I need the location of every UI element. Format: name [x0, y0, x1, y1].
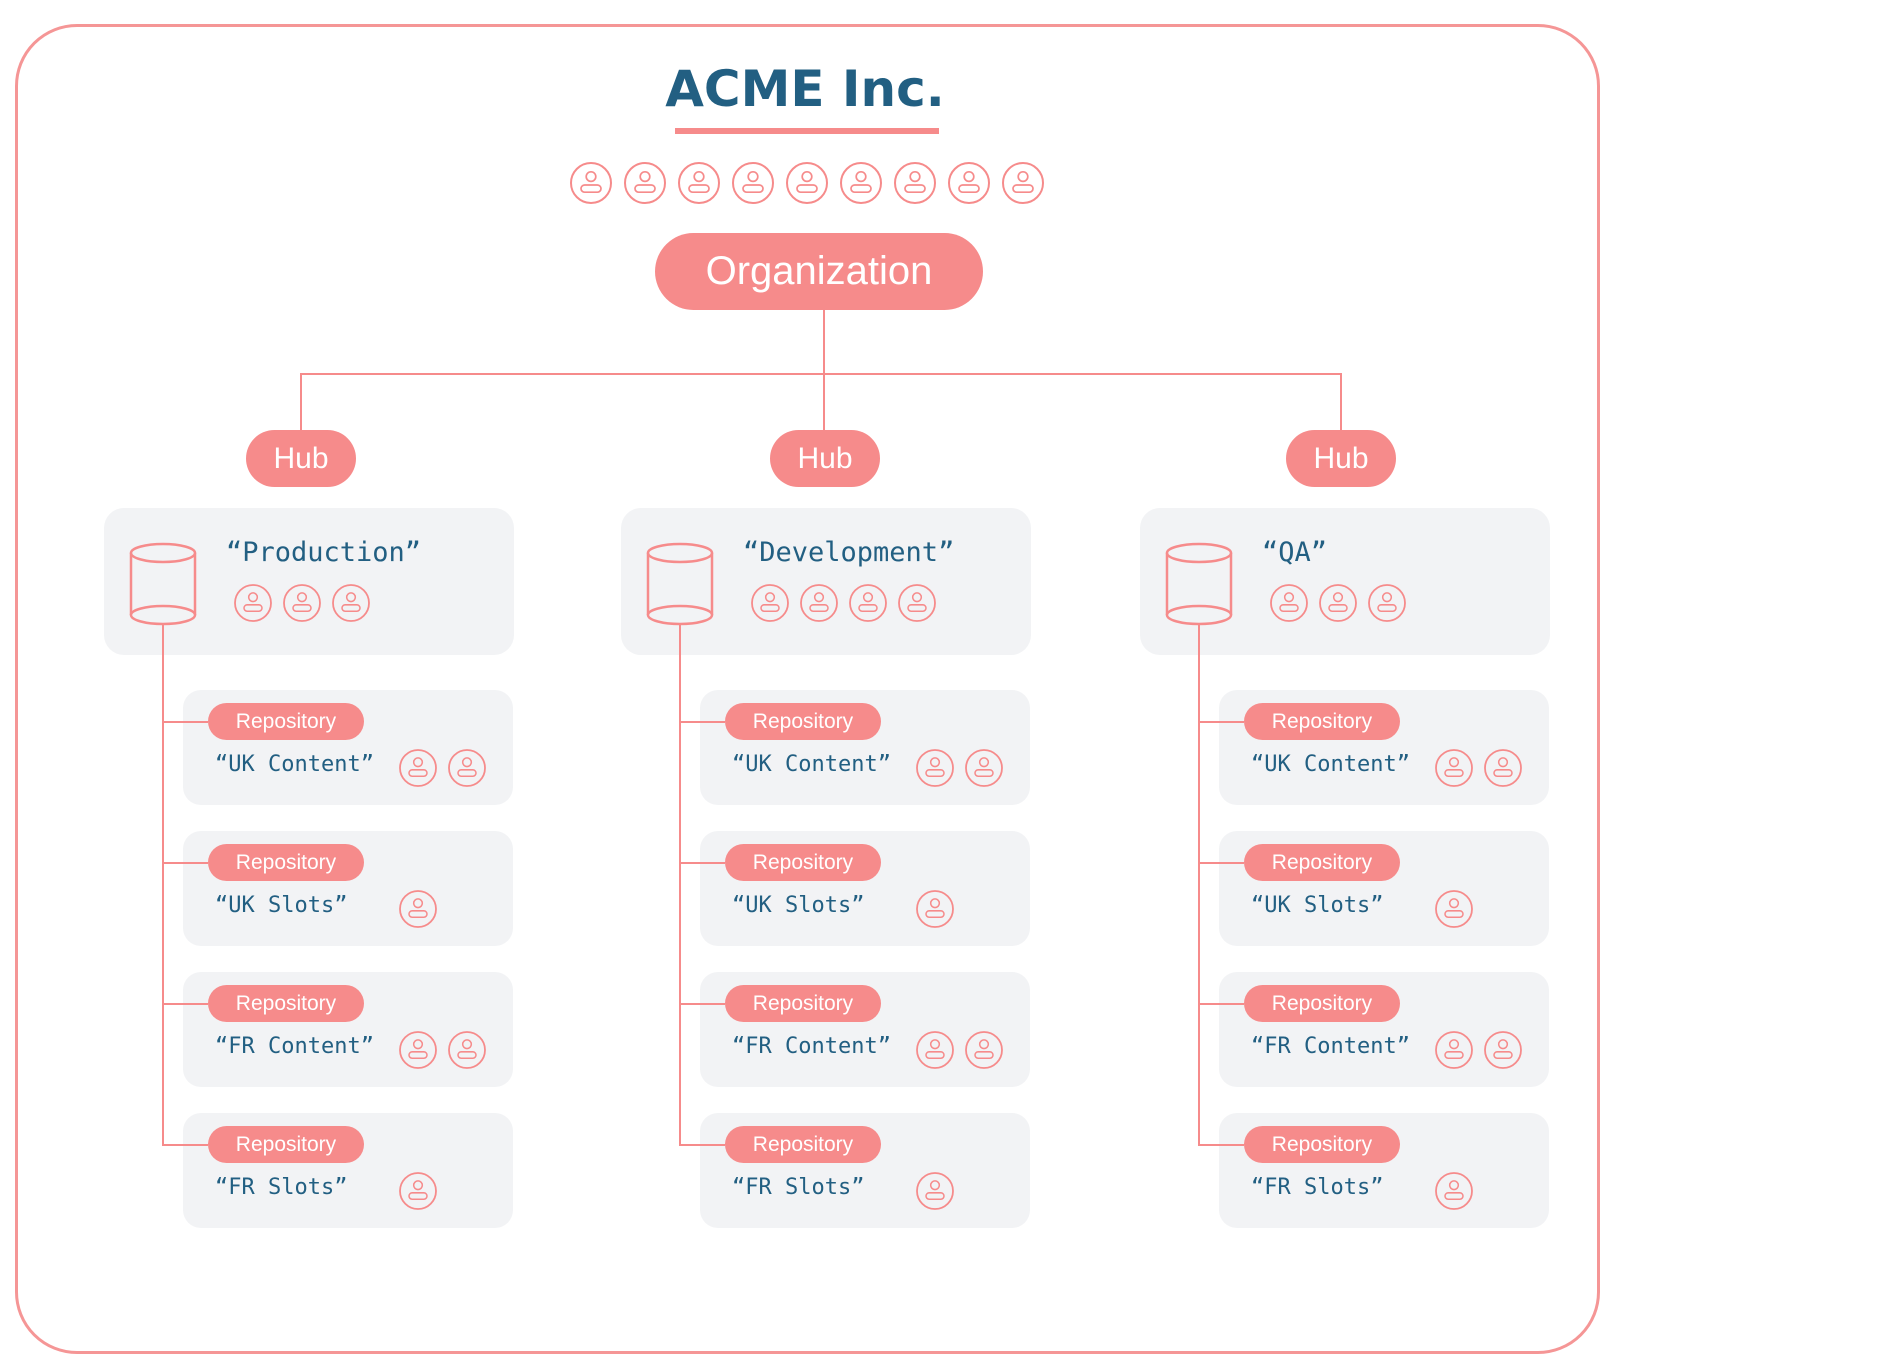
hub-pill[interactable]: Hub	[246, 430, 356, 487]
repository-name: “FR Slots”	[215, 1175, 348, 1200]
repository-pill[interactable]: Repository	[725, 844, 881, 881]
repository-name: “FR Slots”	[1251, 1175, 1384, 1200]
hub-name: “Production”	[226, 537, 422, 568]
hub-connector-left	[300, 373, 302, 430]
repository-branch-line	[1199, 862, 1244, 864]
organization-title: ACME Inc.	[665, 60, 945, 118]
hub-connector-right	[1340, 373, 1342, 430]
person-icon	[849, 584, 887, 622]
hub-pill[interactable]: Hub	[770, 430, 880, 487]
repository-pill[interactable]: Repository	[208, 985, 364, 1022]
person-icon	[399, 890, 437, 928]
repository-pill[interactable]: Repository	[208, 844, 364, 881]
person-icon	[1368, 584, 1406, 622]
org-connector-vertical	[823, 310, 825, 430]
person-icon	[399, 1031, 437, 1069]
person-icon	[283, 584, 321, 622]
person-icon	[624, 162, 666, 204]
repository-name: “FR Content”	[732, 1034, 891, 1059]
title-underline	[675, 128, 939, 134]
repository-branch-line	[163, 1003, 208, 1005]
repository-name: “UK Slots”	[1251, 893, 1384, 918]
person-icon	[965, 749, 1003, 787]
repository-branch-line	[680, 1144, 725, 1146]
repository-name: “FR Content”	[1251, 1034, 1410, 1059]
person-icon	[1002, 162, 1044, 204]
repository-pill[interactable]: Repository	[1244, 844, 1400, 881]
repository-branch-line	[163, 862, 208, 864]
repository-name: “FR Content”	[215, 1034, 374, 1059]
person-icon	[234, 584, 272, 622]
repository-branch-line	[680, 862, 725, 864]
person-icon	[678, 162, 720, 204]
hub-trunk-line	[679, 624, 681, 1146]
repository-branch-line	[680, 1003, 725, 1005]
repository-name: “UK Content”	[215, 752, 374, 777]
person-icon	[840, 162, 882, 204]
database-cylinder-icon	[646, 542, 714, 626]
repository-name: “UK Content”	[1251, 752, 1410, 777]
repository-branch-line	[1199, 721, 1244, 723]
hub-name: “QA”	[1262, 537, 1328, 568]
hub-pill[interactable]: Hub	[1286, 430, 1396, 487]
person-icon	[916, 1031, 954, 1069]
repository-pill[interactable]: Repository	[725, 1126, 881, 1163]
repository-name: “UK Slots”	[732, 893, 865, 918]
person-icon	[448, 1031, 486, 1069]
repository-branch-line	[1199, 1003, 1244, 1005]
person-icon	[898, 584, 936, 622]
database-cylinder-icon	[1165, 542, 1233, 626]
person-icon	[948, 162, 990, 204]
person-icon	[965, 1031, 1003, 1069]
person-icon	[800, 584, 838, 622]
hub-trunk-line	[162, 624, 164, 1146]
person-icon	[1435, 1031, 1473, 1069]
person-icon	[399, 1172, 437, 1210]
person-icon	[448, 749, 486, 787]
person-icon	[399, 749, 437, 787]
repository-pill[interactable]: Repository	[1244, 703, 1400, 740]
person-icon	[1484, 1031, 1522, 1069]
person-icon	[916, 890, 954, 928]
person-icon	[1435, 1172, 1473, 1210]
repository-name: “UK Slots”	[215, 893, 348, 918]
person-icon	[732, 162, 774, 204]
person-icon	[894, 162, 936, 204]
person-icon	[570, 162, 612, 204]
person-icon	[916, 749, 954, 787]
hub-name: “Development”	[743, 537, 955, 568]
repository-pill[interactable]: Repository	[208, 1126, 364, 1163]
repository-pill[interactable]: Repository	[725, 985, 881, 1022]
person-icon	[1270, 584, 1308, 622]
hub-trunk-line	[1198, 624, 1200, 1146]
repository-pill[interactable]: Repository	[208, 703, 364, 740]
person-icon	[916, 1172, 954, 1210]
person-icon	[1319, 584, 1357, 622]
repository-branch-line	[1199, 1144, 1244, 1146]
database-cylinder-icon	[129, 542, 197, 626]
repository-name: “FR Slots”	[732, 1175, 865, 1200]
person-icon	[751, 584, 789, 622]
repository-pill[interactable]: Repository	[1244, 985, 1400, 1022]
person-icon	[1484, 749, 1522, 787]
repository-branch-line	[163, 1144, 208, 1146]
repository-name: “UK Content”	[732, 752, 891, 777]
person-icon	[1435, 749, 1473, 787]
person-icon	[786, 162, 828, 204]
person-icon	[332, 584, 370, 622]
repository-pill[interactable]: Repository	[725, 703, 881, 740]
org-connector-horizontal	[300, 373, 1342, 375]
repository-pill[interactable]: Repository	[1244, 1126, 1400, 1163]
repository-branch-line	[163, 721, 208, 723]
person-icon	[1435, 890, 1473, 928]
organization-pill[interactable]: Organization	[655, 233, 983, 310]
repository-branch-line	[680, 721, 725, 723]
